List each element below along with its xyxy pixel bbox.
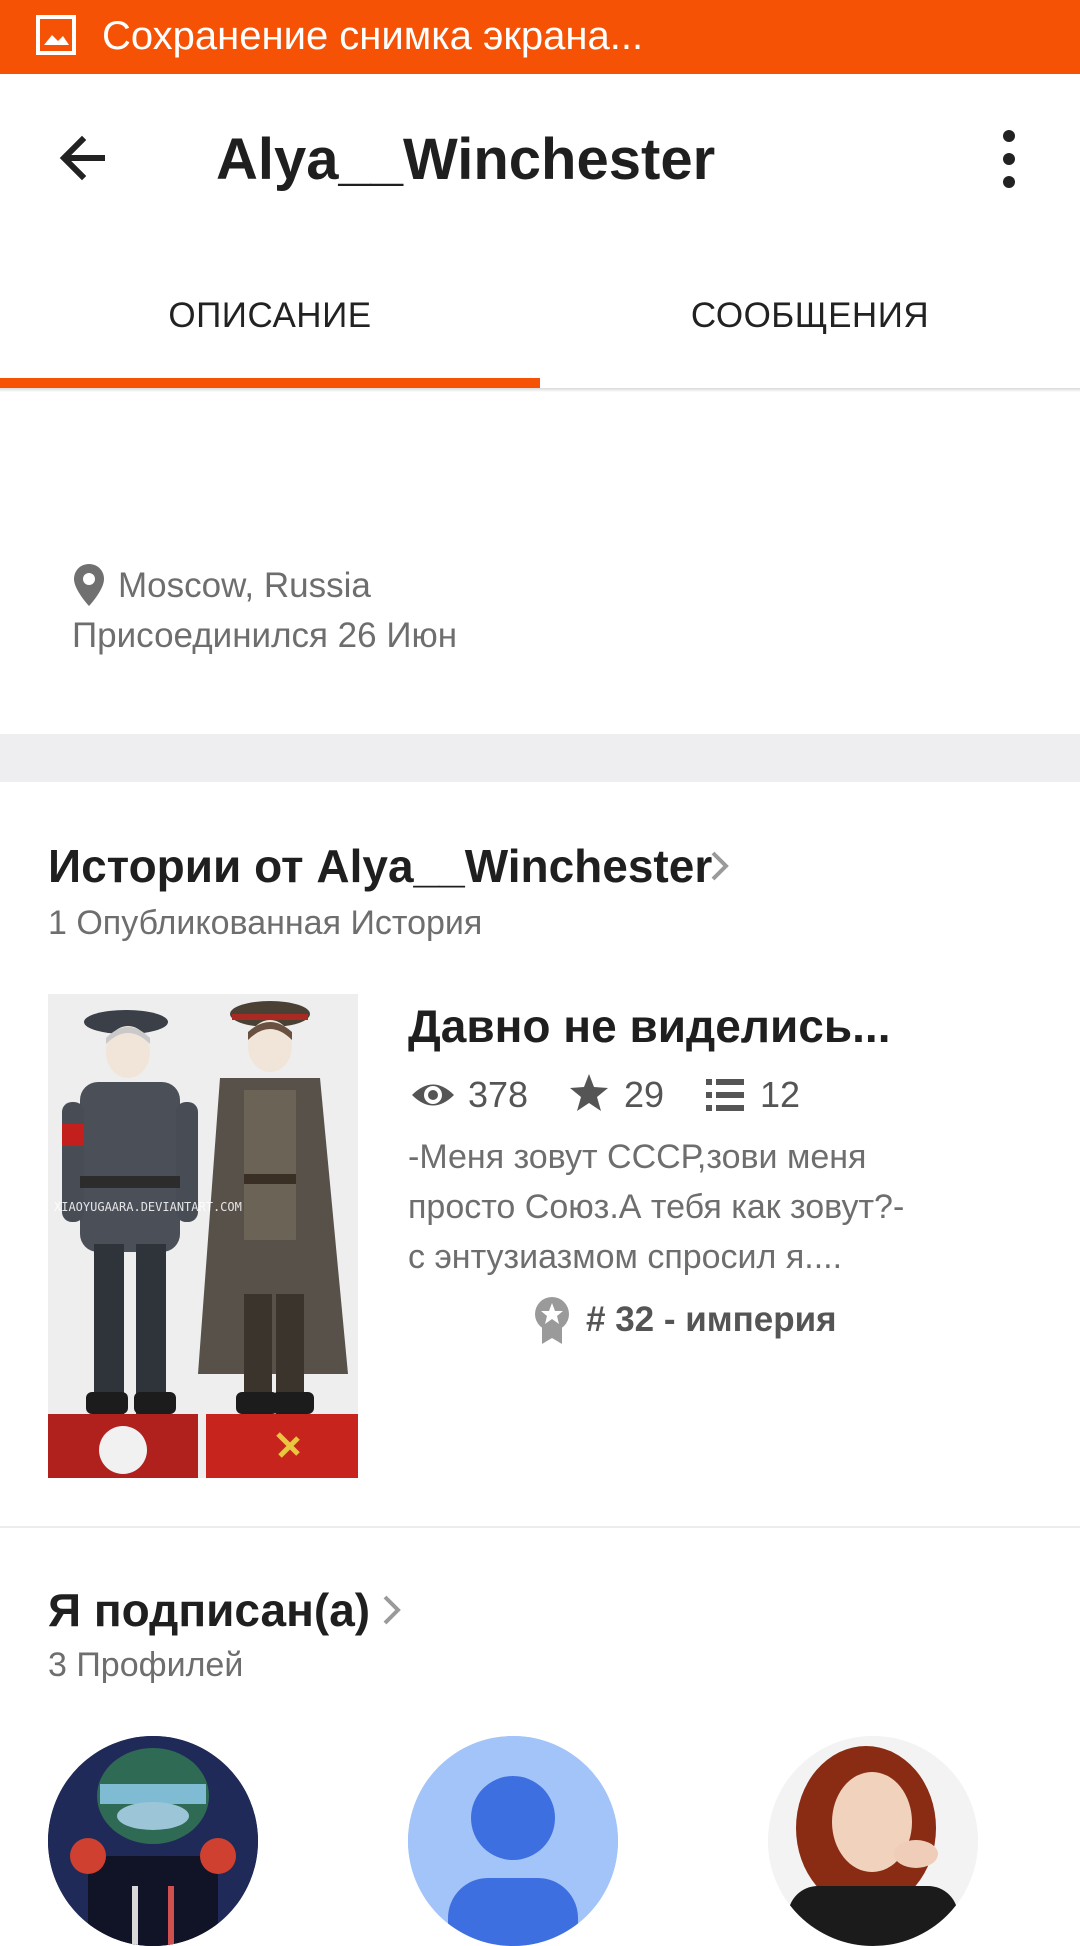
avatar[interactable] — [48, 1736, 258, 1946]
story-cover-image[interactable]: XIAOYUGAARA.DEVIANTART.COM — [48, 994, 358, 1478]
avatar-photo — [768, 1736, 978, 1946]
avatar-illustration — [48, 1736, 258, 1946]
story-description: -Меня зовут СССР,зови меня просто Союз.А… — [408, 1132, 1028, 1282]
section-divider — [0, 734, 1080, 782]
profile-location: Moscow, Russia — [118, 566, 371, 605]
chevron-right-icon[interactable] — [380, 1592, 404, 1628]
back-arrow-icon[interactable] — [52, 126, 116, 190]
page-title: Alya__Winchester — [216, 127, 716, 192]
chevron-right-icon[interactable] — [708, 848, 732, 884]
notification-text: Сохранение снимка экрана... — [102, 14, 644, 58]
default-user-icon — [408, 1736, 618, 1946]
tab-indicator — [0, 378, 540, 388]
notification-bar: Сохранение снимка экрана... — [0, 0, 1080, 74]
following-count: 3 Профилей — [48, 1646, 244, 1684]
story-title[interactable]: Давно не виделись... — [408, 996, 890, 1056]
avatar-placeholder[interactable] — [408, 1736, 618, 1946]
tab-bar-shadow — [0, 388, 1080, 392]
story-rank[interactable]: # 32 - империя — [586, 1300, 837, 1340]
section-separator — [0, 1526, 1080, 1528]
stories-section-title[interactable]: Истории от Alya__Winchester — [48, 838, 712, 894]
story-description-line: с энтузиазмом спросил я.... — [408, 1238, 843, 1276]
profile-joined-date: Присоединился 26 Июн — [72, 616, 458, 655]
tab-messages[interactable]: СООБЩЕНИЯ — [540, 244, 1080, 388]
more-vert-icon[interactable] — [984, 124, 1034, 194]
story-parts: 12 — [760, 1074, 801, 1115]
star-icon — [570, 1074, 608, 1111]
story-votes: 29 — [624, 1074, 665, 1115]
image-icon — [36, 15, 76, 55]
tab-description[interactable]: ОПИСАНИЕ — [0, 244, 540, 388]
location-pin-icon — [74, 564, 104, 606]
app-bar: Alya__Winchester — [0, 74, 1080, 244]
story-description-line: -Меня зовут СССР,зови меня — [408, 1138, 867, 1176]
ribbon-icon — [535, 1297, 569, 1344]
cover-watermark: XIAOYUGAARA.DEVIANTART.COM — [54, 1200, 242, 1214]
story-views: 378 — [468, 1074, 529, 1115]
cover-illustration — [48, 994, 358, 1478]
avatar[interactable] — [768, 1736, 978, 1946]
following-section-title[interactable]: Я подписан(а) — [48, 1582, 370, 1638]
story-description-line: просто Союз.А тебя как зовут?- — [408, 1188, 905, 1226]
tab-bar: ОПИСАНИЕ СООБЩЕНИЯ — [0, 244, 1080, 388]
eye-icon — [412, 1084, 454, 1106]
list-icon — [706, 1079, 744, 1111]
stories-count: 1 Опубликованная История — [48, 904, 483, 942]
